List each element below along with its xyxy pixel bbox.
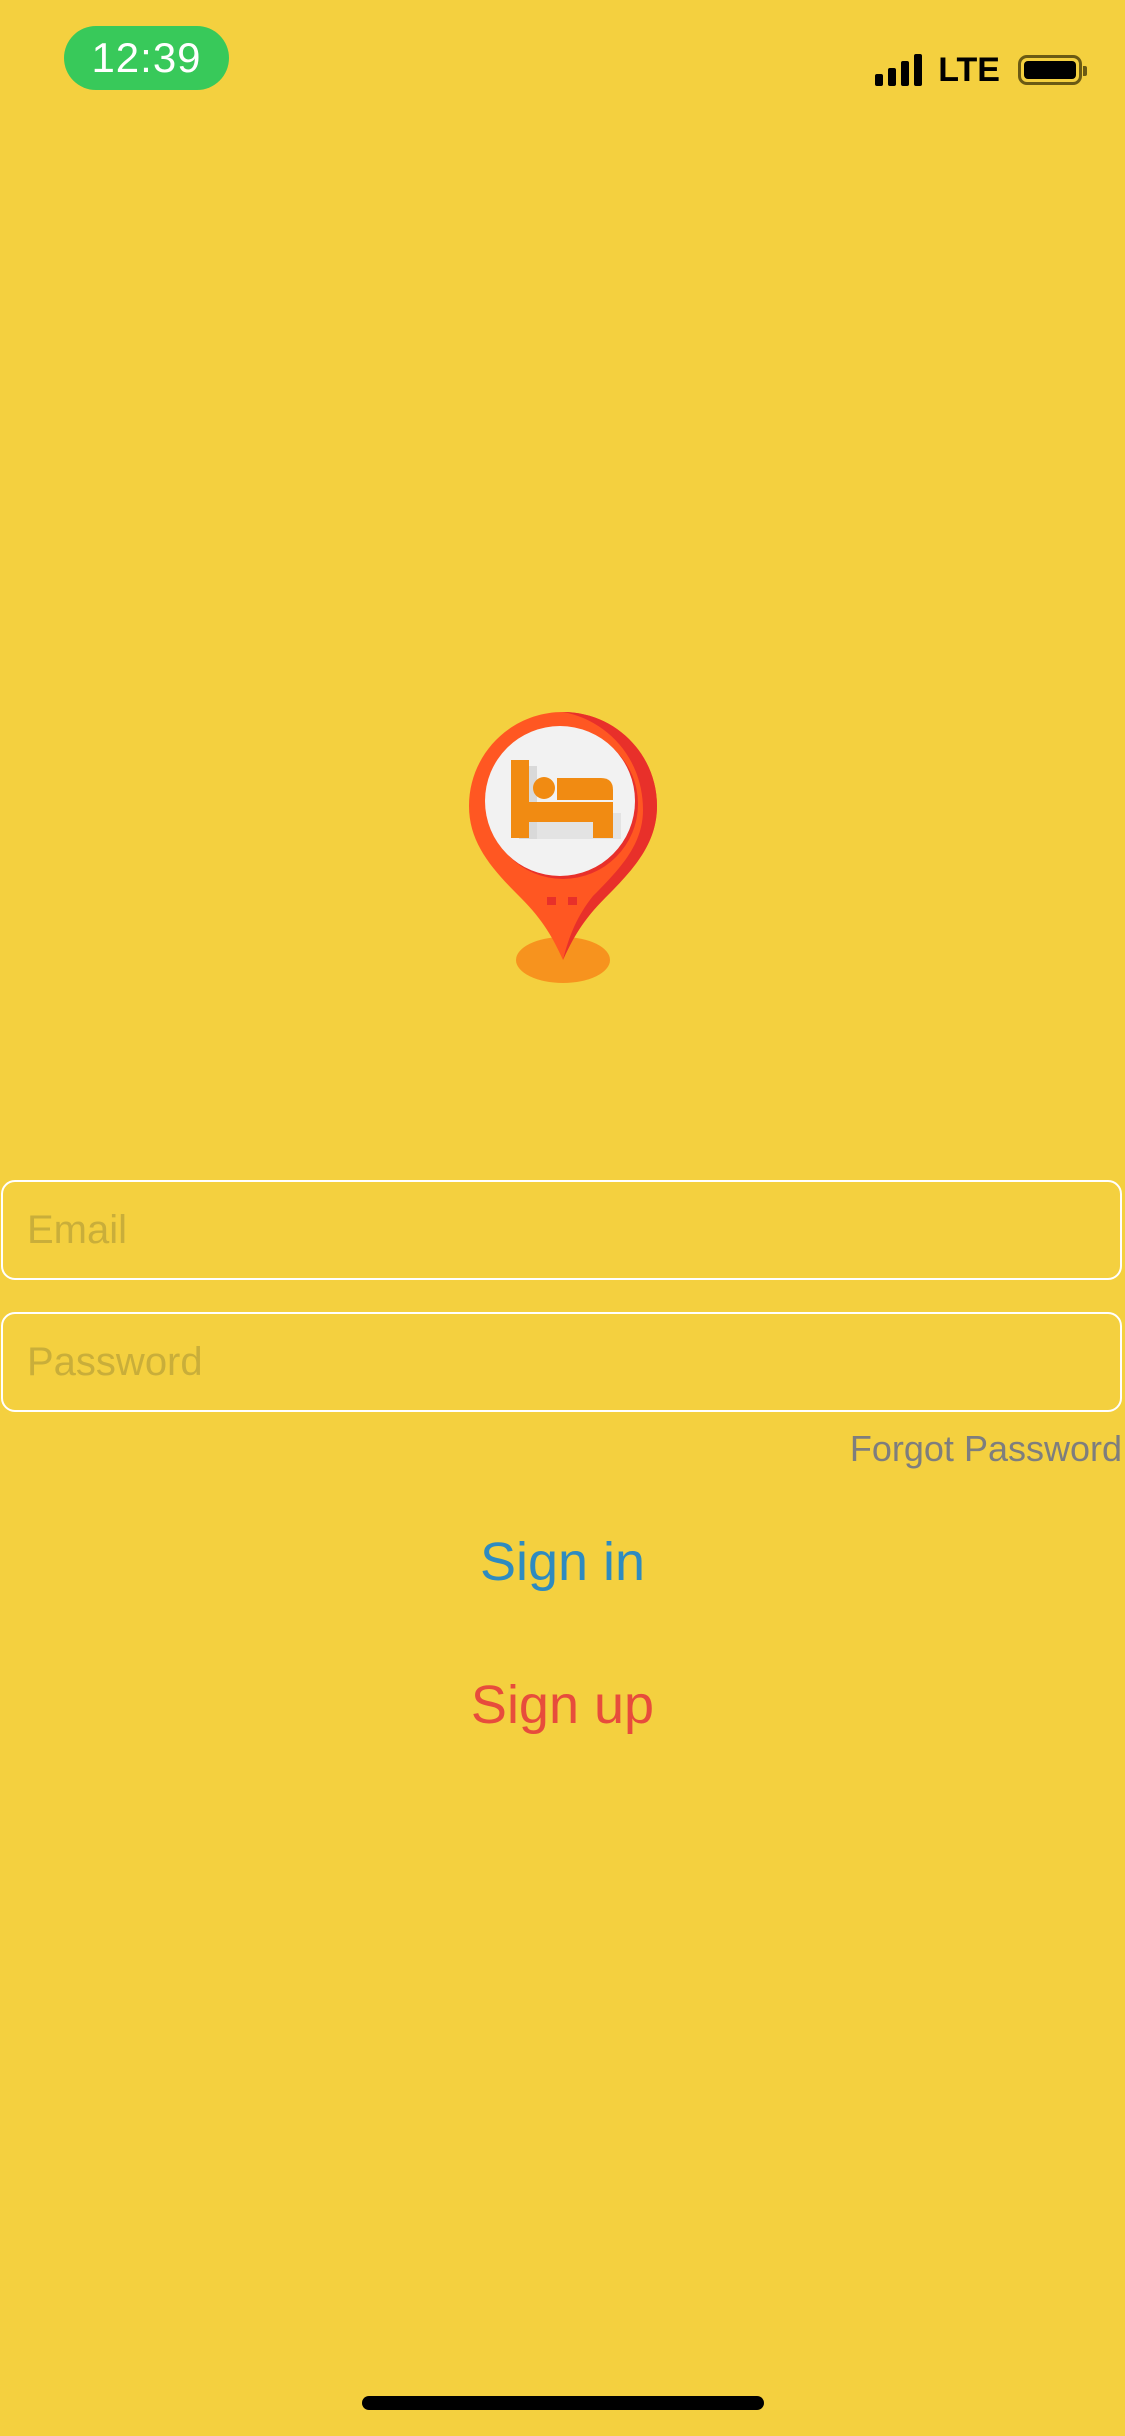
- email-field[interactable]: [1, 1180, 1122, 1280]
- home-indicator[interactable]: [362, 2396, 764, 2410]
- forgot-password-link[interactable]: Forgot Password: [850, 1428, 1122, 1470]
- cellular-signal-icon: [875, 54, 923, 86]
- hotel-bed-map-pin-icon: [469, 712, 657, 983]
- battery-full-icon: [1018, 55, 1087, 85]
- status-indicators: LTE: [875, 50, 1087, 90]
- network-type: LTE: [938, 50, 1000, 89]
- status-time: 12:39: [64, 26, 229, 90]
- app-logo: [463, 710, 663, 990]
- sign-up-button[interactable]: Sign up: [0, 1673, 1125, 1737]
- sign-in-button[interactable]: Sign in: [0, 1530, 1125, 1594]
- password-field[interactable]: [1, 1312, 1122, 1412]
